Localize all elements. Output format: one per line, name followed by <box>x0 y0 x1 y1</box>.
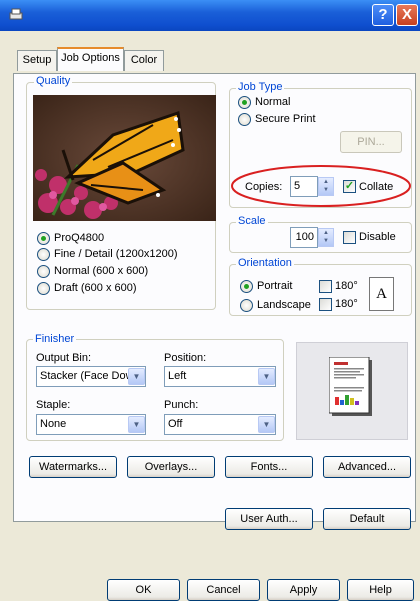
document-preview-icon <box>329 357 372 416</box>
quality-preview-image <box>33 95 216 221</box>
scale-spinner[interactable]: ▲ ▼ <box>318 228 334 247</box>
orientation-preview-page: A <box>369 277 394 311</box>
collate-label: Collate <box>359 181 394 193</box>
tab-color[interactable]: Color <box>124 50 164 71</box>
orientation-radio-portrait[interactable] <box>240 280 253 293</box>
printer-app-icon <box>9 8 23 20</box>
scale-group-label: Scale <box>236 215 268 227</box>
help-button[interactable]: Help <box>347 579 414 601</box>
ok-button[interactable]: OK <box>107 579 180 601</box>
orientation-landscape-label: Landscape <box>257 299 311 311</box>
output-bin-dropdown-arrow[interactable]: ▼ <box>128 368 145 385</box>
help-title-button[interactable]: ? <box>372 4 394 26</box>
job-type-radio-normal[interactable] <box>238 96 251 109</box>
copies-input[interactable]: 5 <box>290 176 318 197</box>
staple-label: Staple: <box>36 399 71 411</box>
copies-label: Copies: <box>245 181 283 193</box>
position-dropdown-arrow[interactable]: ▼ <box>258 368 275 385</box>
orientation-group-label: Orientation <box>236 257 294 269</box>
output-bin-label: Output Bin: <box>36 352 92 364</box>
user-auth-button[interactable]: User Auth... <box>225 508 313 530</box>
job-type-radio-secure-print[interactable] <box>238 113 251 126</box>
default-button[interactable]: Default <box>323 508 411 530</box>
quality-radio-draft[interactable] <box>37 282 50 295</box>
quality-option-fine-label: Fine / Detail (1200x1200) <box>54 248 178 260</box>
staple-dropdown-arrow[interactable]: ▼ <box>128 416 145 433</box>
overlays-button[interactable]: Overlays... <box>127 456 215 478</box>
finisher-group-label: Finisher <box>33 333 77 345</box>
fonts-button[interactable]: Fonts... <box>225 456 313 478</box>
punch-label: Punch: <box>164 399 199 411</box>
apply-button[interactable]: Apply <box>267 579 340 601</box>
pin-button[interactable]: PIN... <box>340 131 402 153</box>
close-button[interactable]: X <box>396 4 418 26</box>
orientation-radio-landscape[interactable] <box>240 299 253 312</box>
copies-spinner[interactable]: ▲ ▼ <box>318 177 334 196</box>
quality-option-normal-label: Normal (600 x 600) <box>54 265 149 277</box>
job-type-normal-label: Normal <box>255 96 291 108</box>
quality-radio-normal[interactable] <box>37 265 50 278</box>
job-type-secure-print-label: Secure Print <box>255 113 316 125</box>
cancel-button[interactable]: Cancel <box>187 579 260 601</box>
collate-checkbox[interactable]: ✓ <box>343 180 356 193</box>
tab-setup[interactable]: Setup <box>17 50 57 71</box>
quality-radio-fine[interactable] <box>37 248 50 261</box>
portrait-rotate-checkbox[interactable] <box>319 280 332 293</box>
portrait-rotate-label: 180° <box>335 280 358 292</box>
scale-input[interactable]: 100 <box>290 227 318 248</box>
tab-job-options[interactable]: Job Options <box>57 47 124 71</box>
quality-group-label: Quality <box>34 75 73 87</box>
quality-radio-proq4800[interactable] <box>37 232 50 245</box>
punch-dropdown-arrow[interactable]: ▼ <box>258 416 275 433</box>
quality-option-proq4800-label: ProQ4800 <box>54 232 105 244</box>
disable-scale-label: Disable <box>359 231 396 243</box>
position-label: Position: <box>164 352 207 364</box>
title-bar <box>0 0 420 31</box>
advanced-button[interactable]: Advanced... <box>323 456 411 478</box>
watermarks-button[interactable]: Watermarks... <box>29 456 117 478</box>
landscape-rotate-label: 180° <box>335 298 358 310</box>
quality-option-draft-label: Draft (600 x 600) <box>54 282 137 294</box>
job-type-group-label: Job Type <box>236 81 285 93</box>
landscape-rotate-checkbox[interactable] <box>319 298 332 311</box>
disable-scale-checkbox[interactable] <box>343 231 356 244</box>
orientation-portrait-label: Portrait <box>257 280 293 292</box>
